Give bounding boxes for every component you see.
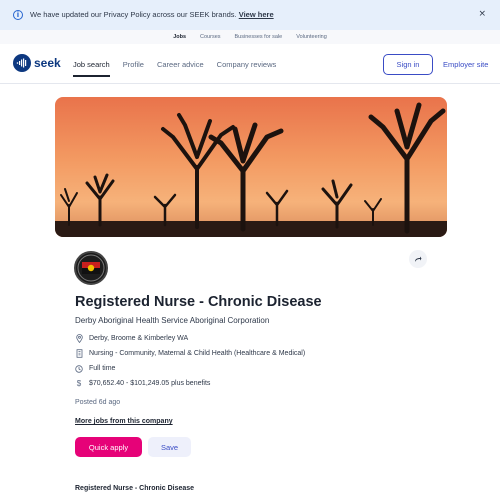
- subnav-businesses[interactable]: Businesses for sale: [235, 34, 283, 40]
- building-icon: [75, 349, 83, 358]
- save-button[interactable]: Save: [148, 437, 191, 457]
- salary-row: $ $70,652.40 - $101,249.05 plus benefits: [75, 379, 211, 388]
- job-title: Registered Nurse - Chronic Disease: [75, 294, 322, 310]
- job-location: Derby, Broome & Kimberley WA: [89, 335, 189, 342]
- nav-career-advice[interactable]: Career advice: [157, 60, 204, 77]
- subnav-jobs[interactable]: Jobs: [173, 34, 186, 40]
- nav-company-reviews[interactable]: Company reviews: [217, 60, 277, 77]
- dollar-icon: $: [76, 379, 82, 388]
- nav-profile[interactable]: Profile: [123, 60, 144, 77]
- privacy-banner: i We have updated our Privacy Policy acr…: [0, 0, 500, 30]
- job-work-type: Full time: [89, 365, 116, 372]
- employer-site-link[interactable]: Employer site: [443, 60, 488, 69]
- work-type-row: Full time: [75, 364, 115, 373]
- more-jobs-link[interactable]: More jobs from this company: [75, 418, 173, 425]
- seek-logo[interactable]: seek: [13, 54, 61, 72]
- subnav-courses[interactable]: Courses: [200, 34, 220, 40]
- info-icon: i: [13, 10, 23, 20]
- main-nav: Job search Profile Career advice Company…: [73, 60, 276, 77]
- posted-date: Posted 6d ago: [75, 399, 121, 406]
- job-salary: $70,652.40 - $101,249.05 plus benefits: [89, 380, 211, 387]
- location-pin-icon: [75, 334, 83, 343]
- advertiser-name[interactable]: Derby Aboriginal Health Service Aborigin…: [75, 316, 269, 325]
- clock-icon: [75, 364, 83, 373]
- sign-in-button[interactable]: Sign in: [383, 54, 433, 75]
- job-classification: Nursing - Community, Maternal & Child He…: [89, 350, 306, 357]
- company-banner-image: [55, 97, 447, 237]
- product-subnav: Jobs Courses Businesses for sale Volunte…: [0, 30, 500, 44]
- seek-logo-icon: [13, 54, 31, 72]
- classification-row: Nursing - Community, Maternal & Child He…: [75, 349, 305, 358]
- banner-message: We have updated our Privacy Policy acros…: [30, 10, 274, 19]
- subnav-volunteering[interactable]: Volunteering: [296, 34, 327, 40]
- banner-text: We have updated our Privacy Policy acros…: [30, 10, 237, 19]
- close-icon[interactable]: ×: [478, 9, 486, 19]
- company-logo: [74, 251, 108, 285]
- site-header: seek Job search Profile Career advice Co…: [0, 44, 500, 84]
- seek-wordmark: seek: [34, 56, 61, 70]
- nav-job-search[interactable]: Job search: [73, 60, 110, 77]
- location-row: Derby, Broome & Kimberley WA: [75, 334, 188, 343]
- view-here-link[interactable]: View here: [239, 10, 274, 19]
- share-icon[interactable]: [409, 250, 427, 268]
- quick-apply-button[interactable]: Quick apply: [75, 437, 142, 457]
- description-heading: Registered Nurse - Chronic Disease: [75, 485, 195, 492]
